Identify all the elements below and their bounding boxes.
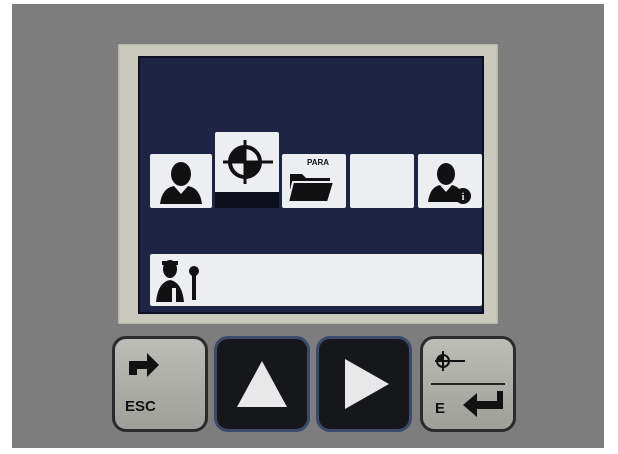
menu-tile-empty[interactable]	[350, 154, 414, 208]
triangle-right-icon	[345, 359, 389, 409]
right-button[interactable]	[316, 336, 412, 432]
esc-button[interactable]: ESC	[112, 336, 208, 432]
service-menu-bar[interactable]	[150, 254, 482, 306]
crosshair-icon	[223, 140, 273, 184]
menu-tile-reference-point[interactable]	[215, 132, 279, 194]
key-divider	[431, 383, 505, 385]
enter-button[interactable]: E	[420, 336, 516, 432]
selection-indicator	[215, 192, 279, 208]
menu-tile-user-info[interactable]: i	[418, 154, 482, 208]
enter-arrow-icon	[463, 391, 503, 417]
svg-text:i: i	[462, 192, 465, 203]
arrow-right-icon	[129, 353, 159, 377]
user-info-icon: i	[428, 163, 471, 204]
reference-point-icon	[435, 351, 465, 371]
service-technician-icon	[156, 260, 199, 302]
user-icon	[160, 162, 202, 204]
menu-tile-user[interactable]	[150, 154, 212, 208]
menu-tile-parameters[interactable]: PARA	[282, 154, 346, 208]
folder-icon	[286, 174, 336, 203]
enter-label: E	[435, 400, 446, 417]
esc-label: ESC	[125, 398, 156, 415]
triangle-up-icon	[237, 361, 287, 407]
up-button[interactable]	[214, 336, 310, 432]
